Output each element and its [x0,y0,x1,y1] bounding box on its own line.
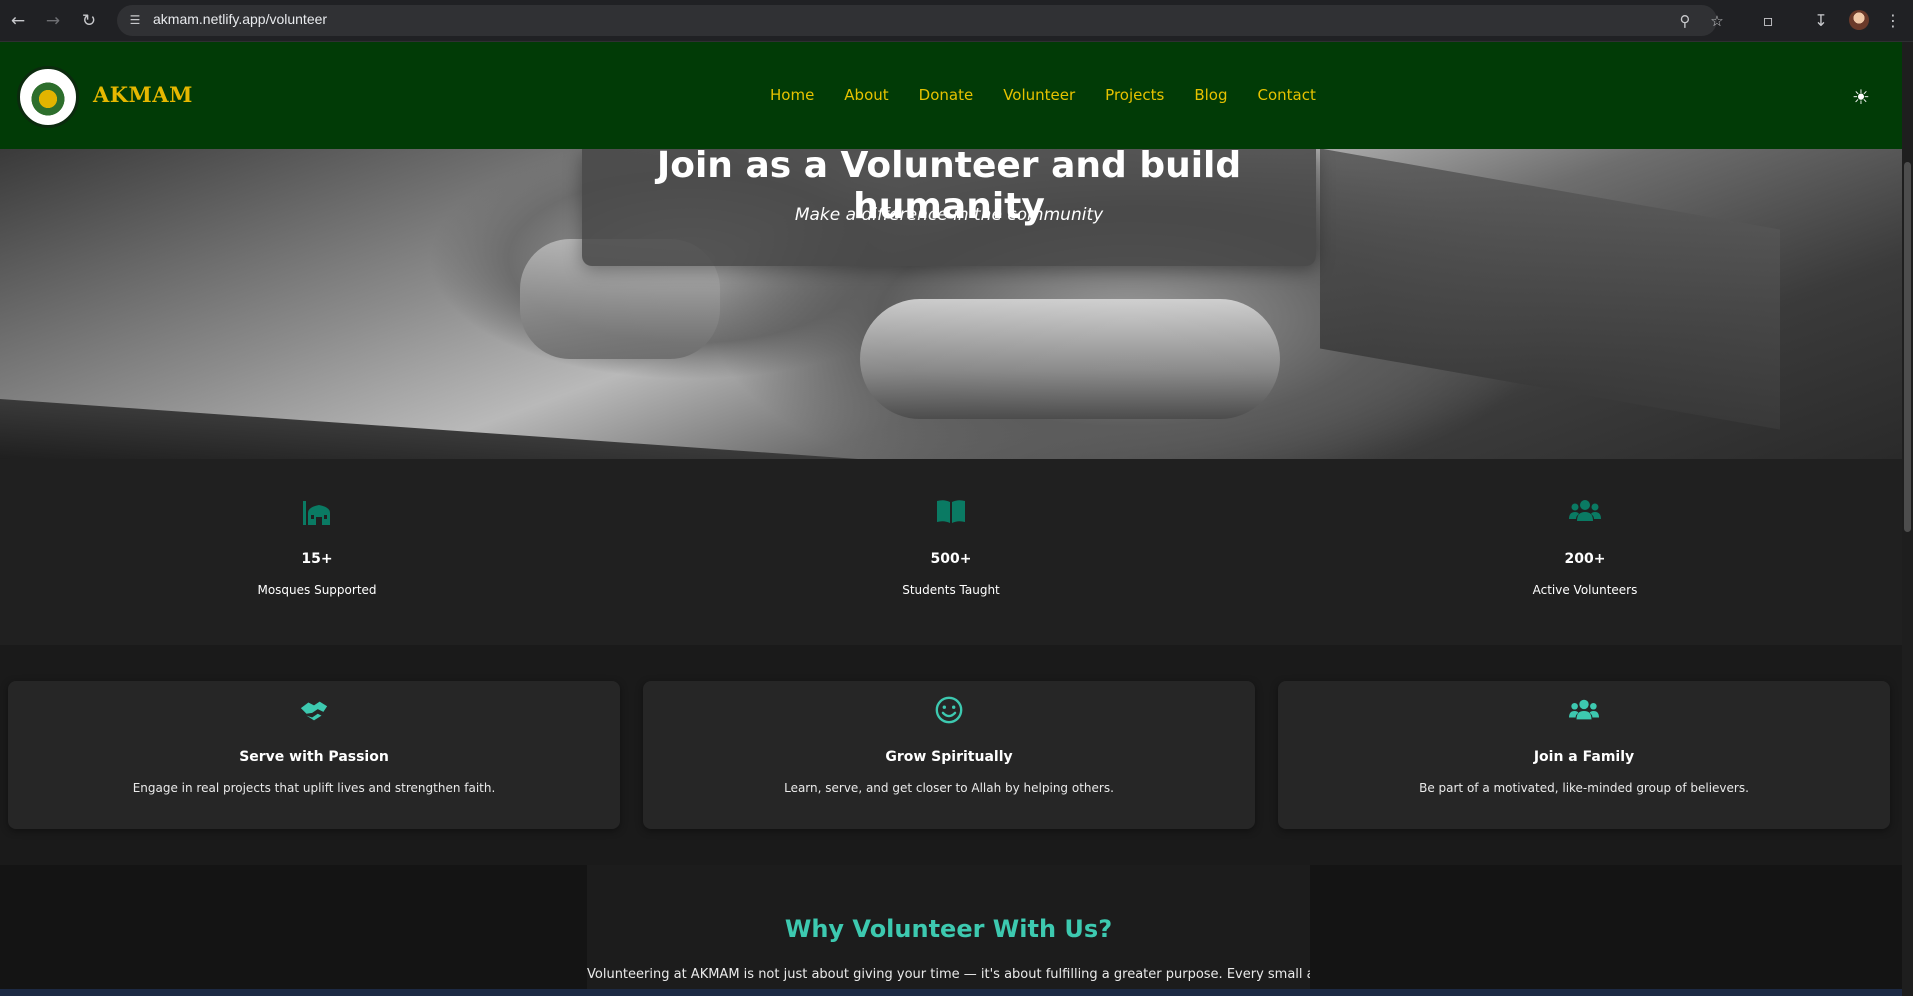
why-volunteer-section: Why Volunteer With Us? Volunteering at A… [587,865,1310,996]
zoom-icon[interactable]: ⚲ [1673,9,1697,33]
scrollbar-thumb[interactable] [1904,162,1911,532]
browser-menu-icon[interactable]: ⋮ [1880,8,1906,34]
card-description: Learn, serve, and get closer to Allah by… [784,781,1114,795]
hero-card: Join as a Volunteer and build humanity M… [582,149,1316,266]
profile-avatar[interactable] [1849,10,1869,30]
users-icon [1569,500,1601,521]
site-header: AKMAM Home About Donate Volunteer Projec… [0,42,1902,149]
feature-card-serve: Serve with Passion Engage in real projec… [8,681,620,829]
address-bar[interactable]: ☰ akmam.netlify.app/volunteer ⚲ ☆ [117,5,1724,36]
hero-section: Join as a Volunteer and build humanity M… [0,149,1902,459]
nav-home[interactable]: Home [770,86,814,104]
hero-image-arm [860,299,1280,419]
back-icon[interactable]: ← [5,8,31,34]
browser-toolbar: ← → ↻ ☰ akmam.netlify.app/volunteer ⚲ ☆ … [0,0,1913,42]
feature-card-family: Join a Family Be part of a motivated, li… [1278,681,1890,829]
card-title: Grow Spiritually [885,749,1013,765]
feature-card-grow: Grow Spiritually Learn, serve, and get c… [643,681,1255,829]
nav-contact[interactable]: Contact [1257,86,1315,104]
hero-subtitle: Make a difference in the community [794,205,1104,225]
stat-value: 200+ [1564,551,1606,567]
stat-value: 15+ [301,551,333,567]
card-title: Serve with Passion [239,749,389,765]
stats-section: 15+ Mosques Supported 500+ Students Taug… [0,459,1902,645]
nav-about[interactable]: About [844,86,888,104]
theme-toggle-sun-icon[interactable]: ☀ [1849,85,1873,109]
smile-icon [935,696,963,724]
page-scrollbar[interactable] [1902,42,1913,996]
akmam-logo[interactable] [17,66,79,128]
stat-students: 500+ Students Taught [634,459,1268,645]
card-title: Join a Family [1533,749,1635,765]
features-section: Serve with Passion Engage in real projec… [0,645,1902,865]
stat-label: Mosques Supported [257,583,377,597]
stat-label: Active Volunteers [1532,583,1638,597]
site-info-icon[interactable]: ☰ [125,10,145,30]
stat-volunteers: 200+ Active Volunteers [1268,459,1902,645]
download-icon[interactable]: ↧ [1808,8,1834,34]
card-description: Be part of a motivated, like-minded grou… [1419,781,1749,795]
url-text[interactable]: akmam.netlify.app/volunteer [153,11,327,27]
nav-donate[interactable]: Donate [919,86,974,104]
forward-icon[interactable]: → [40,8,66,34]
bookmark-star-icon[interactable]: ☆ [1705,9,1729,33]
users-icon [1569,699,1599,720]
stat-label: Students Taught [902,583,1000,597]
why-text: Volunteering at AKMAM is not just about … [587,967,1310,982]
nav-projects[interactable]: Projects [1105,86,1164,104]
nav-volunteer[interactable]: Volunteer [1003,86,1075,104]
brand-name[interactable]: AKMAM [93,82,193,107]
hero-image-bench [1320,149,1780,430]
book-icon [937,500,965,523]
handshake-icon [300,701,328,721]
mosque-icon [303,501,330,525]
stat-mosques: 15+ Mosques Supported [0,459,634,645]
os-taskbar-edge [0,989,1902,996]
stat-value: 500+ [930,551,972,567]
card-description: Engage in real projects that uplift live… [132,781,496,795]
why-title: Why Volunteer With Us? [784,915,1113,943]
nav-blog[interactable]: Blog [1194,86,1227,104]
main-nav: Home About Donate Volunteer Projects Blo… [770,86,1316,104]
extensions-icon[interactable]: ▫ [1755,8,1781,34]
reload-icon[interactable]: ↻ [76,8,102,34]
